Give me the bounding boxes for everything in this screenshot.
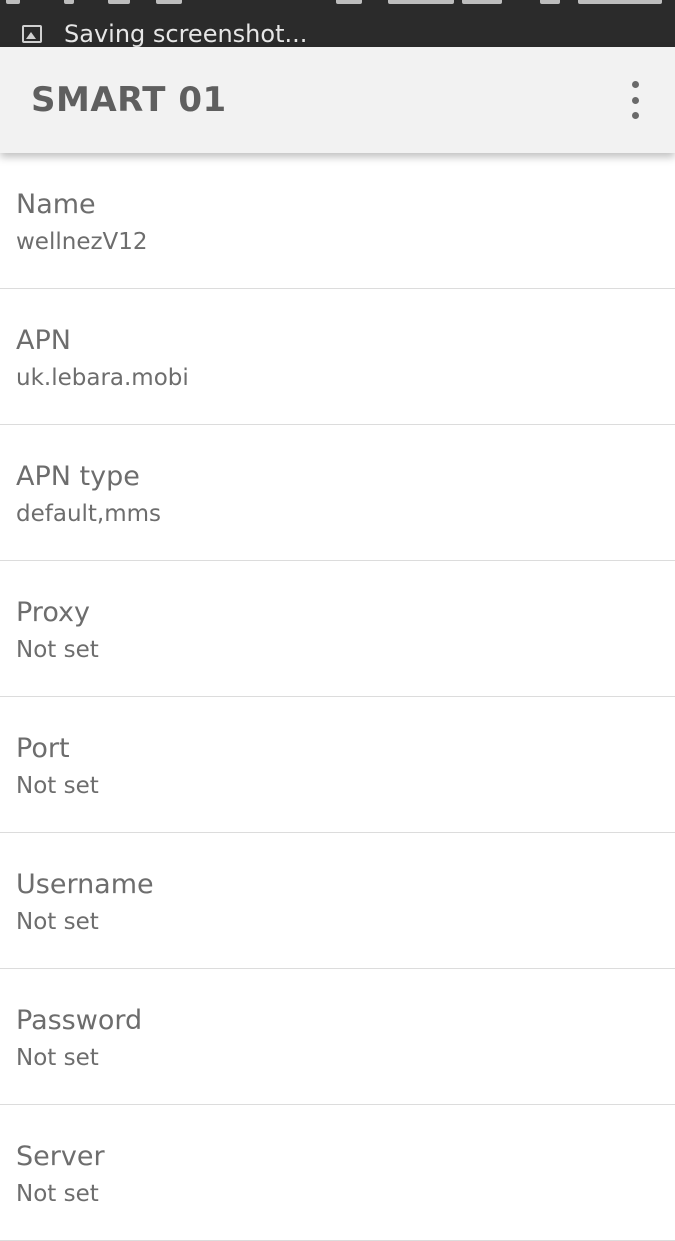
pref-title: Password: [16, 1005, 143, 1036]
pref-username[interactable]: Username Not set: [0, 833, 675, 969]
page-title: SMART 01: [31, 80, 227, 120]
dot: [631, 81, 639, 88]
pref-title: APN: [16, 325, 71, 356]
screenshot-notification[interactable]: Saving screenshot...: [22, 20, 307, 47]
pref-summary: Not set: [16, 1181, 99, 1207]
more-options-icon[interactable]: [623, 81, 647, 119]
pref-port[interactable]: Port Not set: [0, 697, 675, 833]
music-icon: [108, 0, 130, 4]
app-bar: SMART 01: [0, 47, 675, 153]
apn-settings-list: Name wellnezV12 APN uk.lebara.mobi APN t…: [0, 153, 675, 1241]
pref-summary: Not set: [16, 637, 99, 663]
pref-title: Port: [16, 733, 70, 764]
status-bar: Saving screenshot...: [0, 0, 675, 47]
battery-icon: [540, 0, 560, 4]
vibrate-icon: [336, 0, 362, 4]
status-icons: [0, 0, 675, 6]
network-signal-icon: [388, 0, 454, 4]
pref-apn-type[interactable]: APN type default,mms: [0, 425, 675, 561]
dot: [631, 96, 639, 104]
pref-summary: Not set: [16, 773, 99, 799]
pref-summary: wellnezV12: [16, 229, 148, 255]
pref-title: Name: [16, 189, 96, 220]
pref-proxy[interactable]: Proxy Not set: [0, 561, 675, 697]
image-icon: [22, 25, 42, 43]
pref-name[interactable]: Name wellnezV12: [0, 153, 675, 289]
pref-summary: uk.lebara.mobi: [16, 365, 189, 391]
notification-text: Saving screenshot...: [64, 20, 308, 47]
pref-server[interactable]: Server Not set: [0, 1105, 675, 1241]
location-icon: [64, 0, 74, 4]
notification-icon: [6, 0, 20, 4]
clock: [578, 0, 662, 4]
pref-title: Username: [16, 869, 154, 900]
signal-strength-icon: [462, 0, 502, 4]
pref-title: Server: [16, 1141, 105, 1172]
pref-summary: Not set: [16, 909, 99, 935]
pref-title: Proxy: [16, 597, 90, 628]
dot: [631, 112, 639, 119]
pref-password[interactable]: Password Not set: [0, 969, 675, 1105]
pref-title: APN type: [16, 461, 140, 492]
pref-apn[interactable]: APN uk.lebara.mobi: [0, 289, 675, 425]
pref-summary: Not set: [16, 1045, 99, 1071]
message-icon: [156, 0, 182, 4]
pref-summary: default,mms: [16, 501, 162, 527]
